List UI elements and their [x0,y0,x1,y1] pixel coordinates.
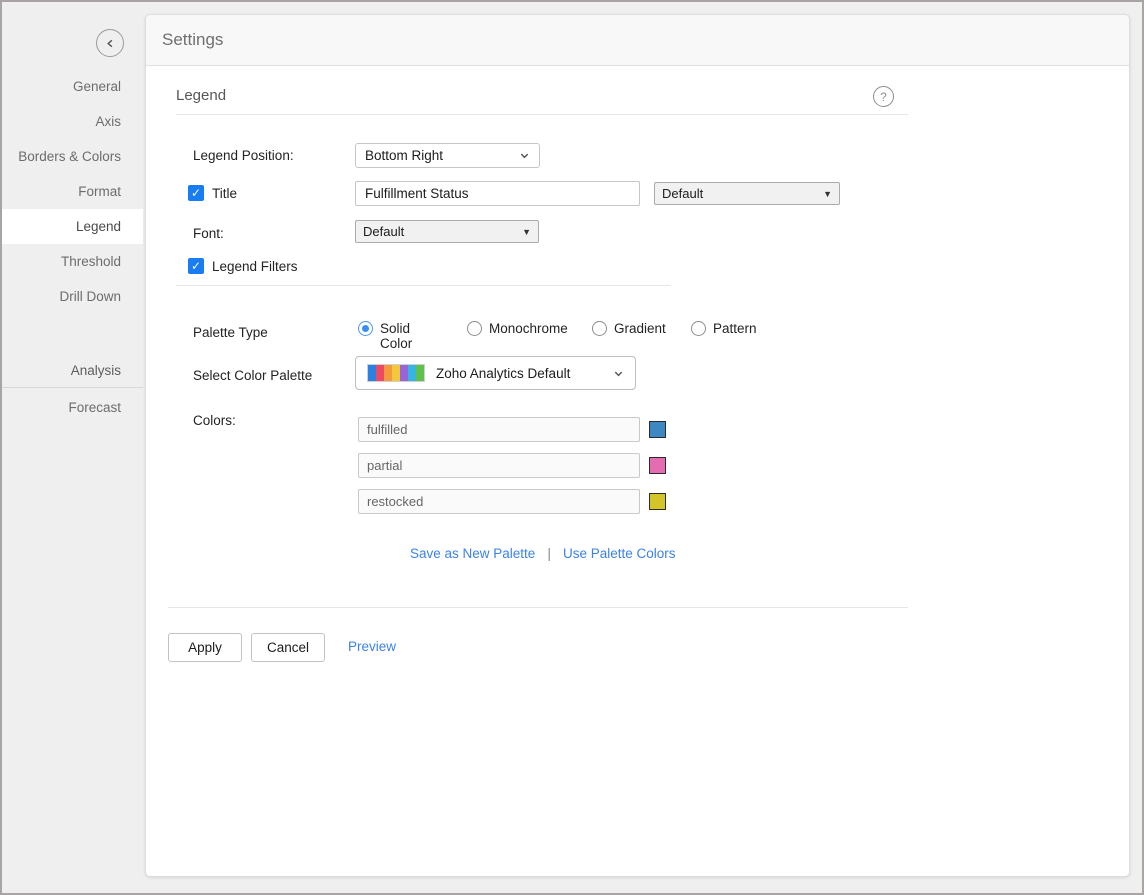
color-swatch-partial[interactable] [649,457,666,474]
sidebar-nav-secondary: Analysis [2,353,143,388]
color-name-input-partial[interactable] [358,453,640,478]
legend-filters-checkbox[interactable]: ✓ [188,258,204,274]
colors-label: Colors: [193,413,236,428]
radio-monochrome-label: Monochrome [489,321,568,336]
color-swatch-fulfilled[interactable] [649,421,666,438]
font-select[interactable]: Default ▼ [355,220,539,243]
radio-pattern-label: Pattern [713,321,757,336]
title-font-value: Default [662,186,703,201]
use-palette-colors-link[interactable]: Use Palette Colors [563,546,676,561]
sidebar-nav-forecast: Forecast [2,390,143,425]
color-swatch-restocked[interactable] [649,493,666,510]
settings-panel: Settings Legend ? Legend Position: Botto… [145,14,1130,877]
legend-position-label: Legend Position: [193,148,294,163]
dropdown-arrow-icon: ▼ [823,189,832,199]
apply-button[interactable]: Apply [168,633,242,662]
font-label: Font: [193,226,224,241]
palette-type-label: Palette Type [193,325,268,340]
legend-position-value: Bottom Right [365,148,443,163]
chevron-down-icon [613,368,624,379]
palette-swatch-strip [367,364,425,382]
font-value: Default [363,224,404,239]
palette-links: Save as New Palette | Use Palette Colors [410,545,676,561]
app-frame: General Axis Borders & Colors Format Leg… [0,0,1144,895]
radio-pattern[interactable] [691,321,706,336]
color-name-input-restocked[interactable] [358,489,640,514]
color-palette-select[interactable]: Zoho Analytics Default [355,356,636,390]
radio-monochrome[interactable] [467,321,482,336]
title-checkbox[interactable]: ✓ [188,185,204,201]
section-divider-middle [176,285,671,286]
radio-solid-color-label: Solid Color [380,321,412,351]
footer-divider [168,607,908,608]
sidebar-item-forecast[interactable]: Forecast [2,390,143,425]
legend-title-input[interactable] [355,181,640,206]
section-title-legend: Legend [176,87,226,104]
radio-solid-color[interactable] [358,321,373,336]
sidebar-divider [2,387,143,388]
save-as-new-palette-link[interactable]: Save as New Palette [410,546,535,561]
panel-header: Settings [146,15,1129,66]
section-divider-top [176,114,908,115]
back-button[interactable] [96,29,124,57]
sidebar-item-legend[interactable]: Legend [2,209,143,244]
cancel-button[interactable]: Cancel [251,633,325,662]
sidebar-item-threshold[interactable]: Threshold [2,244,143,279]
links-separator: | [547,545,551,561]
preview-link[interactable]: Preview [348,639,396,654]
legend-position-select[interactable]: Bottom Right [355,143,540,168]
sidebar-item-borders-colors[interactable]: Borders & Colors [2,139,143,174]
chevron-down-icon [519,150,530,161]
panel-title: Settings [162,30,223,50]
sidebar-item-general[interactable]: General [2,69,143,104]
radio-gradient[interactable] [592,321,607,336]
sidebar-item-axis[interactable]: Axis [2,104,143,139]
help-icon[interactable]: ? [873,86,894,107]
sidebar-item-drill-down[interactable]: Drill Down [2,279,143,314]
color-palette-value: Zoho Analytics Default [436,366,613,381]
legend-filters-label: Legend Filters [212,259,298,274]
select-color-palette-label: Select Color Palette [193,368,312,383]
title-label: Title [212,186,237,201]
chevron-left-icon [105,38,116,49]
sidebar-item-analysis[interactable]: Analysis [2,353,143,388]
settings-sidebar: General Axis Borders & Colors Format Leg… [2,2,143,893]
radio-gradient-label: Gradient [614,321,666,336]
color-name-input-fulfilled[interactable] [358,417,640,442]
dropdown-arrow-icon: ▼ [522,227,531,237]
title-font-select[interactable]: Default ▼ [654,182,840,205]
sidebar-item-format[interactable]: Format [2,174,143,209]
sidebar-nav: General Axis Borders & Colors Format Leg… [2,69,143,314]
